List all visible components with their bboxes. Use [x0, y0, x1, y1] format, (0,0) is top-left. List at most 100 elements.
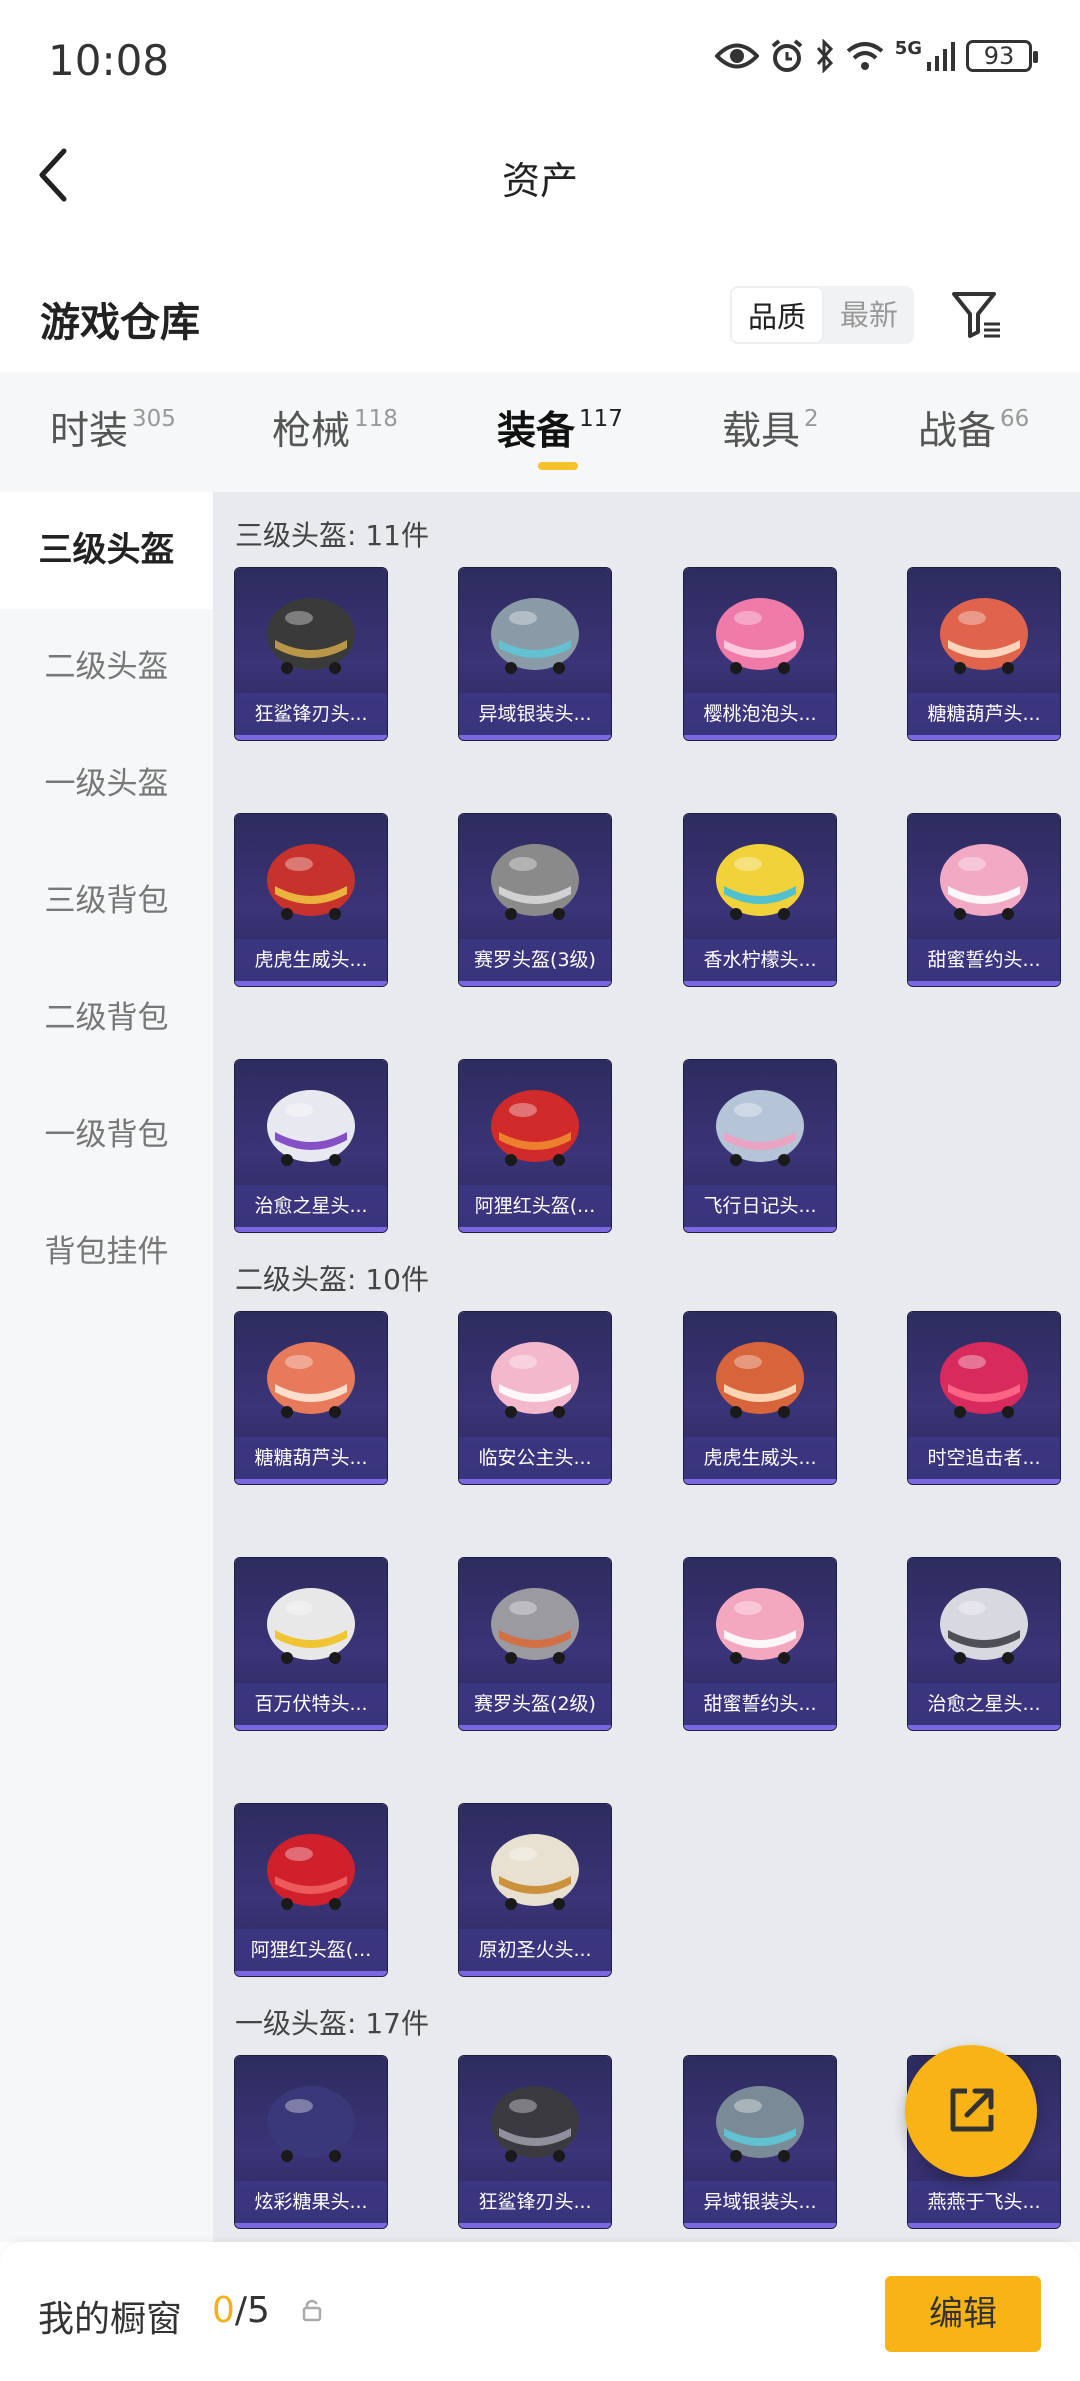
helmet-image: [940, 844, 1028, 920]
tab-equipment[interactable]: 装备 117: [497, 400, 623, 456]
sidebar: 三级头盔 二级头盔 一级头盔 三级背包 二级背包 一级背包 背包挂件: [0, 492, 213, 2242]
item-card[interactable]: 治愈之星头...: [235, 1060, 387, 1232]
tab-label: 枪械: [272, 409, 351, 454]
tab-vehicles[interactable]: 载具 2: [722, 400, 819, 456]
sidebar-item-level1-helmet[interactable]: 一级头盔: [0, 726, 213, 843]
sort-quality-button[interactable]: 品质: [730, 286, 825, 344]
tab-fashion[interactable]: 时装 305: [50, 400, 176, 456]
helmet-image: [716, 1588, 804, 1664]
section-title: 三级头盔: 11件: [235, 519, 429, 552]
item-card[interactable]: 甜蜜誓约头...: [684, 1558, 836, 1730]
item-card[interactable]: 治愈之星头...: [908, 1558, 1060, 1730]
tab-label: 装备: [497, 409, 576, 454]
item-name: 糖糖葫芦头...: [908, 693, 1060, 735]
item-name: 虎虎生威头...: [235, 939, 387, 981]
item-card[interactable]: 时空追击者...: [908, 1312, 1060, 1484]
item-name: 炫彩糖果头...: [235, 2181, 387, 2223]
item-card[interactable]: 阿狸红头盔(...: [459, 1060, 611, 1232]
helmet-image: [940, 598, 1028, 674]
item-card[interactable]: 临安公主头...: [459, 1312, 611, 1484]
item-name: 异域银装头...: [459, 693, 611, 735]
item-card[interactable]: 飞行日记头...: [684, 1060, 836, 1232]
helmet-image: [716, 1090, 804, 1166]
item-card[interactable]: 狂鲨锋刃头...: [235, 568, 387, 740]
alarm-icon: [771, 39, 802, 72]
item-name: 虎虎生威头...: [684, 1437, 836, 1479]
helmet-image: [267, 598, 355, 674]
item-name: 异域银装头...: [684, 2181, 836, 2223]
helmet-image: [267, 1834, 355, 1910]
sort-toggle: 品质 最新: [730, 286, 915, 344]
item-card[interactable]: 阿狸红头盔(...: [235, 1804, 387, 1976]
sidebar-item-level2-backpack[interactable]: 二级背包: [0, 960, 213, 1077]
helmet-image: [267, 844, 355, 920]
showcase-label: 我的橱窗: [38, 2299, 183, 2340]
helmet-image: [491, 1834, 579, 1910]
item-card[interactable]: 虎虎生威头...: [684, 1312, 836, 1484]
item-card[interactable]: 异域银装头...: [684, 2056, 836, 2228]
section-title: 二级头盔: 10件: [235, 1263, 429, 1296]
helmet-image: [491, 1342, 579, 1418]
share-icon: [950, 2088, 994, 2132]
tab-count: 117: [579, 406, 623, 432]
item-name: 甜蜜誓约头...: [908, 939, 1060, 981]
eye-icon: [714, 43, 759, 69]
edit-button[interactable]: 编辑: [885, 2276, 1041, 2352]
item-card[interactable]: 糖糖葫芦头...: [235, 1312, 387, 1484]
item-card[interactable]: 虎虎生威头...: [235, 814, 387, 986]
item-name: 赛罗头盔(2级): [459, 1683, 611, 1725]
tab-supplies[interactable]: 战备 66: [918, 400, 1029, 456]
item-name: 糖糖葫芦头...: [235, 1437, 387, 1479]
item-name: 阿狸红头盔(...: [459, 1185, 611, 1227]
item-name: 原初圣火头...: [459, 1929, 611, 1971]
item-card[interactable]: 炫彩糖果头...: [235, 2056, 387, 2228]
tab-count: 118: [354, 406, 398, 432]
item-card[interactable]: 百万伏特头...: [235, 1558, 387, 1730]
helmet-image: [267, 1342, 355, 1418]
item-name: 甜蜜誓约头...: [684, 1683, 836, 1725]
item-card[interactable]: 异域银装头...: [459, 568, 611, 740]
item-card[interactable]: 香水柠檬头...: [684, 814, 836, 986]
item-name: 百万伏特头...: [235, 1683, 387, 1725]
tab-label: 时装: [50, 409, 129, 454]
item-card[interactable]: 甜蜜誓约头...: [908, 814, 1060, 986]
status-bar: 10:08 5G 93: [0, 0, 1080, 120]
sidebar-item-level3-backpack[interactable]: 三级背包: [0, 843, 213, 960]
active-tab-indicator: [538, 462, 578, 470]
item-name: 香水柠檬头...: [684, 939, 836, 981]
helmet-image: [716, 1342, 804, 1418]
item-card[interactable]: 赛罗头盔(3级): [459, 814, 611, 986]
share-button[interactable]: [905, 2045, 1037, 2177]
item-card[interactable]: 糖糖葫芦头...: [908, 568, 1060, 740]
helmet-image: [491, 1588, 579, 1664]
helmet-image: [716, 2086, 804, 2162]
status-icons: 5G 93: [714, 38, 1038, 74]
sort-newest-button[interactable]: 最新: [824, 286, 914, 344]
lock-icon: [302, 2299, 322, 2322]
item-name: 治愈之星头...: [908, 1683, 1060, 1725]
item-name: 赛罗头盔(3级): [459, 939, 611, 981]
item-name: 狂鲨锋刃头...: [235, 693, 387, 735]
tab-label: 载具: [722, 409, 801, 454]
item-card[interactable]: 狂鲨锋刃头...: [459, 2056, 611, 2228]
warehouse-header: 游戏仓库 品质 最新: [0, 270, 1080, 370]
item-grid: 三级头盔: 11件 二级头盔: 10件 一级头盔: 17件 狂鲨锋刃头... 异域…: [213, 492, 1080, 2242]
signal-icon: [927, 42, 955, 71]
tab-guns[interactable]: 枪械 118: [272, 400, 398, 456]
sidebar-item-level3-helmet[interactable]: 三级头盔: [0, 492, 213, 609]
helmet-image: [940, 1588, 1028, 1664]
item-name: 燕燕于飞头...: [908, 2181, 1060, 2223]
item-name: 治愈之星头...: [235, 1185, 387, 1227]
sidebar-item-backpack-charm[interactable]: 背包挂件: [0, 1194, 213, 1311]
item-card[interactable]: 赛罗头盔(2级): [459, 1558, 611, 1730]
item-card[interactable]: 樱桃泡泡头...: [684, 568, 836, 740]
item-card[interactable]: 原初圣火头...: [459, 1804, 611, 1976]
tab-count: 2: [804, 406, 819, 432]
item-name: 飞行日记头...: [684, 1185, 836, 1227]
category-tabs: 时装 305 枪械 118 装备 117 载具 2 战备 66: [0, 372, 1080, 492]
item-name: 临安公主头...: [459, 1437, 611, 1479]
sidebar-item-level1-backpack[interactable]: 一级背包: [0, 1077, 213, 1194]
sidebar-item-level2-helmet[interactable]: 二级头盔: [0, 609, 213, 726]
wifi-icon: [846, 42, 883, 70]
filter-icon[interactable]: [950, 288, 1004, 342]
